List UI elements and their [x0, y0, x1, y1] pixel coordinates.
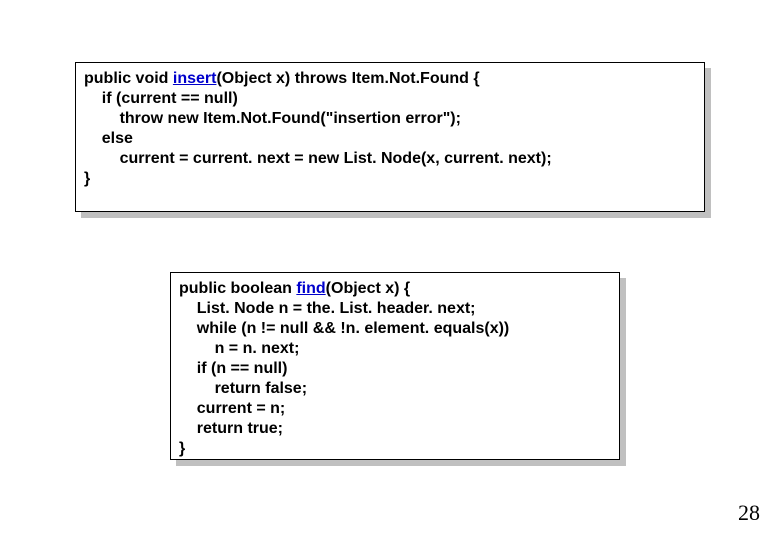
code-fragment: public boolean	[179, 280, 296, 297]
code-line: return true;	[179, 419, 611, 439]
code-line: public void insert(Object x) throws Item…	[84, 69, 696, 89]
method-name: insert	[173, 70, 217, 87]
code-box-insert: public void insert(Object x) throws Item…	[75, 62, 705, 212]
code-line: }	[179, 439, 611, 459]
code-line: if (current == null)	[84, 89, 696, 109]
method-name: find	[296, 280, 325, 297]
code-line: if (n == null)	[179, 359, 611, 379]
code-line: List. Node n = the. List. header. next;	[179, 299, 611, 319]
code-line: return false;	[179, 379, 611, 399]
code-box: public void insert(Object x) throws Item…	[75, 62, 705, 212]
code-line: throw new Item.Not.Found("insertion erro…	[84, 109, 696, 129]
code-line: while (n != null && !n. element. equals(…	[179, 319, 611, 339]
code-fragment: (Object x) {	[326, 280, 410, 297]
code-line: else	[84, 129, 696, 149]
code-fragment: (Object x) throws Item.Not.Found {	[216, 70, 479, 87]
code-fragment: public void	[84, 70, 173, 87]
code-box-find: public boolean find(Object x) { List. No…	[170, 272, 620, 460]
code-line: }	[84, 169, 696, 189]
code-box: public boolean find(Object x) { List. No…	[170, 272, 620, 460]
code-line: n = n. next;	[179, 339, 611, 359]
code-line: public boolean find(Object x) {	[179, 279, 611, 299]
page-number: 28	[738, 500, 760, 526]
code-line: current = current. next = new List. Node…	[84, 149, 696, 169]
code-line: current = n;	[179, 399, 611, 419]
